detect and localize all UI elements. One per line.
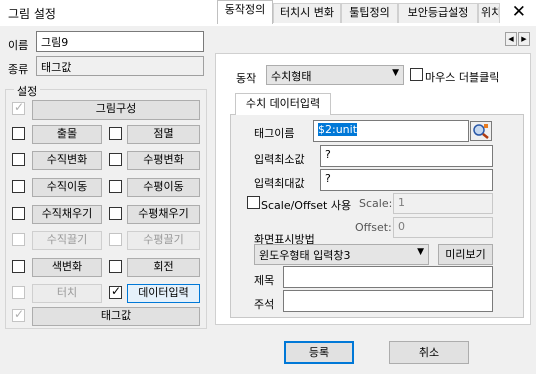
tag-value-button[interactable]: 태그값 — [32, 307, 200, 326]
tag-picker-icon — [473, 124, 489, 139]
tab-action-definition[interactable]: 동작정의 — [217, 0, 273, 24]
horizontal-change-checkbox[interactable] — [109, 153, 122, 166]
name-input[interactable]: 그림9 — [36, 31, 204, 52]
close-icon[interactable]: ✕ — [512, 2, 526, 22]
tab-position[interactable]: 위치 — [478, 3, 500, 23]
action-label: 동작 — [236, 72, 257, 85]
blink-button[interactable]: 출몰 — [32, 125, 102, 144]
horizontal-move-checkbox[interactable] — [109, 180, 122, 193]
window-title: 그림 설정 — [8, 7, 56, 21]
composition-checkbox[interactable]: ✓ — [12, 100, 25, 115]
mouse-dblclick-label: 마우스 더블클릭 — [425, 71, 500, 84]
action-select[interactable]: 수치형태 ▼ — [266, 65, 404, 85]
mouse-dblclick-checkbox[interactable] — [410, 68, 423, 81]
tag-name-input[interactable]: $2:unit — [313, 120, 469, 142]
check-mark-icon: ✓ — [111, 284, 122, 298]
display-method-select[interactable]: 윈도우형태 입력창3 ▼ — [254, 244, 429, 265]
input-min-label: 입력최소값 — [254, 153, 305, 166]
type-label: 종류 — [8, 63, 29, 76]
display-method-value: 윈도우형태 입력창3 — [259, 249, 351, 262]
vertical-move-button[interactable]: 수직이동 — [32, 178, 102, 197]
vertical-drag-checkbox[interactable] — [12, 233, 25, 246]
horizontal-drag-button[interactable]: 수평끌기 — [127, 231, 200, 250]
flash-checkbox[interactable] — [109, 127, 122, 140]
scale-label: Scale: — [359, 197, 393, 210]
rotate-button[interactable]: 회전 — [127, 258, 200, 277]
vertical-fill-button[interactable]: 수직채우기 — [32, 205, 102, 224]
input-min-field[interactable]: ? — [320, 145, 493, 167]
tag-name-label: 태그이름 — [254, 127, 295, 140]
action-select-value: 수치형태 — [271, 70, 312, 83]
comment-field[interactable] — [283, 290, 493, 312]
vertical-change-checkbox[interactable] — [12, 153, 25, 166]
input-max-label: 입력최대값 — [254, 177, 305, 190]
horizontal-change-button[interactable]: 수평변화 — [127, 151, 200, 170]
color-change-checkbox[interactable] — [12, 260, 25, 273]
scale-offset-checkbox[interactable] — [247, 196, 260, 209]
vertical-change-button[interactable]: 수직변화 — [32, 151, 102, 170]
blink-checkbox[interactable] — [12, 127, 25, 140]
chevron-down-icon: ▼ — [392, 68, 399, 78]
touch-checkbox[interactable] — [12, 286, 25, 299]
horizontal-fill-checkbox[interactable] — [109, 207, 122, 220]
tab-security-level[interactable]: 보안등급설정 — [398, 3, 478, 23]
tab-tooltip[interactable]: 툴팁정의 — [341, 3, 398, 23]
tag-name-value: $2:unit — [318, 123, 358, 136]
vertical-drag-button[interactable]: 수직끌기 — [32, 231, 102, 250]
input-max-field[interactable]: ? — [320, 169, 493, 191]
tab-scroll-left-icon[interactable]: ◀ — [505, 32, 517, 46]
touch-button[interactable]: 터치 — [32, 284, 102, 303]
name-label: 이름 — [8, 39, 29, 52]
scale-field[interactable]: 1 — [393, 193, 493, 214]
settings-group-label: 설정 — [14, 83, 41, 99]
composition-button[interactable]: 그림구성 — [32, 100, 200, 120]
horizontal-move-button[interactable]: 수평이동 — [127, 178, 200, 197]
ok-button[interactable]: 등록 — [284, 341, 354, 364]
vertical-move-checkbox[interactable] — [12, 180, 25, 193]
tab-scroll-right-icon[interactable]: ▶ — [518, 32, 530, 46]
tab-touch-change[interactable]: 터치시 변화 — [273, 3, 341, 23]
check-mark-icon: ✓ — [14, 307, 25, 321]
title-label: 제목 — [254, 274, 275, 287]
preview-button[interactable]: 미리보기 — [438, 244, 493, 265]
cancel-button[interactable]: 취소 — [389, 341, 469, 364]
offset-label: Offset: — [355, 221, 392, 234]
horizontal-drag-checkbox[interactable] — [109, 233, 122, 246]
tag-value-checkbox[interactable]: ✓ — [12, 307, 25, 322]
horizontal-fill-button[interactable]: 수평채우기 — [127, 205, 200, 224]
tab-numeric-data-input[interactable]: 수치 데이터입력 — [235, 93, 331, 115]
check-mark-icon: ✓ — [14, 100, 25, 114]
color-change-button[interactable]: 색변화 — [32, 258, 102, 277]
rotate-checkbox[interactable] — [109, 260, 122, 273]
comment-label: 주석 — [254, 298, 275, 311]
flash-button[interactable]: 점멸 — [127, 125, 200, 144]
offset-field[interactable]: 0 — [393, 217, 493, 238]
data-input-button[interactable]: 데이터입력 — [127, 284, 200, 303]
type-field: 태그값 — [36, 56, 204, 76]
data-input-checkbox[interactable]: ✓ — [109, 284, 122, 299]
scale-offset-label: Scale/Offset 사용 — [261, 199, 352, 212]
title-field[interactable] — [283, 266, 493, 288]
tag-picker-button[interactable] — [470, 121, 492, 141]
vertical-fill-checkbox[interactable] — [12, 207, 25, 220]
chevron-down-icon: ▼ — [417, 247, 424, 257]
